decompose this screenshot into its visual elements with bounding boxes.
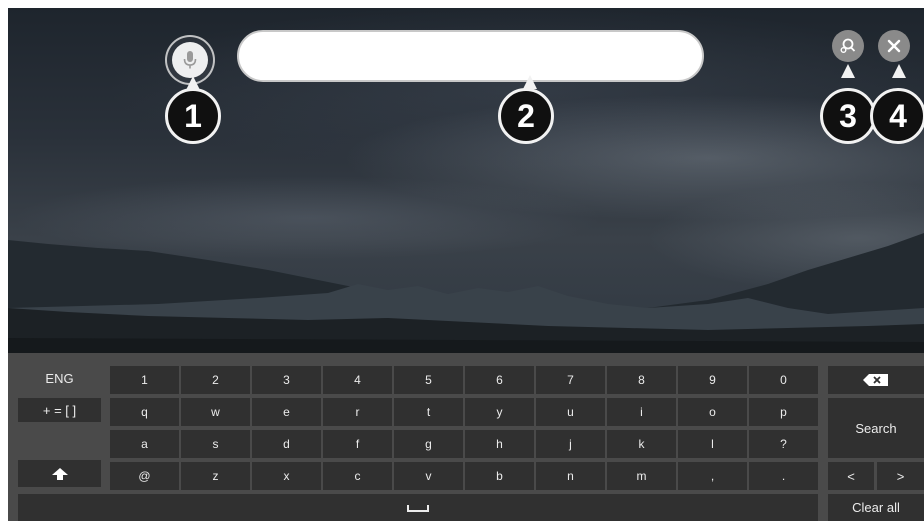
callout-4: 4 [870, 88, 924, 144]
key-n[interactable]: n [536, 462, 605, 490]
key-e[interactable]: e [252, 398, 321, 426]
callout-1: 1 [165, 88, 221, 144]
key-i[interactable]: i [607, 398, 676, 426]
key-k[interactable]: k [607, 430, 676, 458]
key-at[interactable]: @ [110, 462, 179, 490]
key-period[interactable]: . [749, 462, 818, 490]
search-input[interactable] [237, 30, 704, 82]
shift-arrow-icon [51, 467, 68, 480]
key-r[interactable]: r [323, 398, 392, 426]
callout-pointer [841, 64, 855, 78]
key-u[interactable]: u [536, 398, 605, 426]
key-question[interactable]: ? [749, 430, 818, 458]
close-icon [887, 39, 901, 53]
key-3[interactable]: 3 [252, 366, 321, 394]
callout-2: 2 [498, 88, 554, 144]
key-y[interactable]: y [465, 398, 534, 426]
key-9[interactable]: 9 [678, 366, 747, 394]
key-p[interactable]: p [749, 398, 818, 426]
key-s[interactable]: s [181, 430, 250, 458]
key-v[interactable]: v [394, 462, 463, 490]
key-o[interactable]: o [678, 398, 747, 426]
key-2[interactable]: 2 [181, 366, 250, 394]
key-4[interactable]: 4 [323, 366, 392, 394]
key-g[interactable]: g [394, 430, 463, 458]
key-x[interactable]: x [252, 462, 321, 490]
key-f[interactable]: f [323, 430, 392, 458]
key-0[interactable]: 0 [749, 366, 818, 394]
symbols-key[interactable]: + = [ ] [18, 398, 101, 422]
key-w[interactable]: w [181, 398, 250, 426]
close-button[interactable] [878, 30, 910, 62]
search-key[interactable]: Search [828, 398, 924, 458]
clear-all-key[interactable]: Clear all [828, 494, 924, 521]
key-h[interactable]: h [465, 430, 534, 458]
callout-pointer [523, 75, 537, 89]
language-key[interactable]: ENG [18, 366, 101, 390]
key-t[interactable]: t [394, 398, 463, 426]
key-comma[interactable]: , [678, 462, 747, 490]
callout-3: 3 [820, 88, 876, 144]
key-8[interactable]: 8 [607, 366, 676, 394]
shift-key[interactable] [18, 460, 101, 487]
key-b[interactable]: b [465, 462, 534, 490]
key-6[interactable]: 6 [465, 366, 534, 394]
key-m[interactable]: m [607, 462, 676, 490]
cursor-left-key[interactable]: < [828, 462, 874, 490]
backspace-icon [863, 374, 888, 386]
space-key[interactable] [18, 494, 818, 521]
tv-search-screen: 1 2 3 4 ENG + = [ ] 1 2 3 4 5 6 7 8 9 0 … [8, 8, 924, 521]
search-history-icon [840, 38, 856, 53]
callout-pointer [892, 64, 906, 78]
onscreen-keyboard: ENG + = [ ] 1 2 3 4 5 6 7 8 9 0 q w e r … [8, 353, 924, 521]
backspace-key[interactable] [828, 366, 924, 394]
cursor-right-key[interactable]: > [877, 462, 924, 490]
space-bar-icon [407, 504, 429, 512]
search-history-button[interactable] [832, 30, 864, 62]
key-l[interactable]: l [678, 430, 747, 458]
key-d[interactable]: d [252, 430, 321, 458]
key-7[interactable]: 7 [536, 366, 605, 394]
key-1[interactable]: 1 [110, 366, 179, 394]
key-a[interactable]: a [110, 430, 179, 458]
key-c[interactable]: c [323, 462, 392, 490]
key-5[interactable]: 5 [394, 366, 463, 394]
microphone-icon [172, 42, 208, 78]
key-q[interactable]: q [110, 398, 179, 426]
key-j[interactable]: j [536, 430, 605, 458]
key-z[interactable]: z [181, 462, 250, 490]
